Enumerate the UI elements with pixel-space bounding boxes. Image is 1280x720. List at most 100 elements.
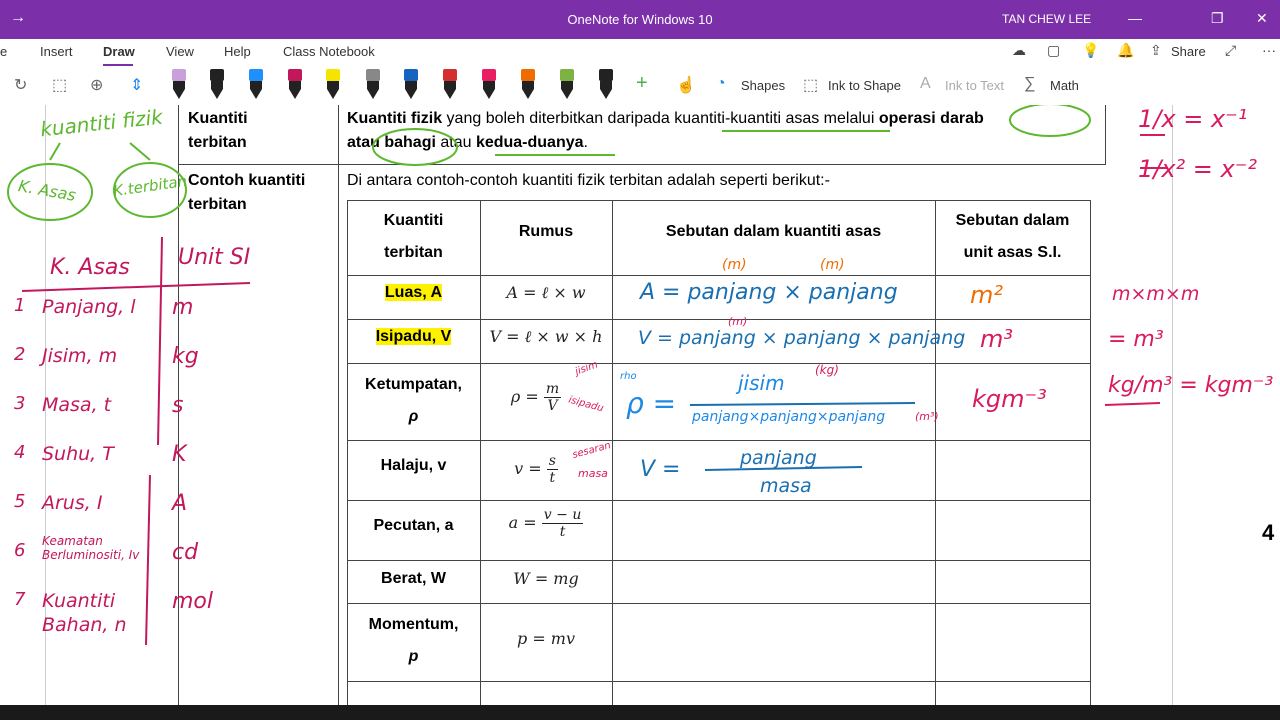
bottom-bar xyxy=(0,705,1280,720)
pen-4-icon[interactable] xyxy=(286,67,304,101)
ink-text: ρ = xyxy=(626,387,677,420)
ink-text: (kg) xyxy=(815,363,839,377)
ink-unit: A xyxy=(172,491,188,516)
pen-6-icon[interactable] xyxy=(364,67,382,101)
pen-tip xyxy=(600,89,612,99)
tab-insert[interactable]: Insert xyxy=(40,44,73,59)
redo-icon[interactable]: ↻ xyxy=(14,75,27,95)
math-button[interactable]: Math xyxy=(1050,78,1079,93)
ink-text: 1/x² = x⁻² xyxy=(1138,155,1258,183)
pen-color-swatch xyxy=(404,69,418,81)
lasso-select-icon[interactable]: ⬚ xyxy=(52,75,67,95)
ink-text: m×m×m xyxy=(1112,283,1200,305)
share-icon[interactable]: ⇪ xyxy=(1150,42,1162,59)
ink-arrow xyxy=(129,142,151,161)
expand-icon[interactable]: ⤢ xyxy=(1225,42,1236,59)
pen-8-icon[interactable] xyxy=(441,67,459,101)
ink-arrow xyxy=(49,142,61,161)
more-icon[interactable]: ··· xyxy=(1262,42,1276,58)
ink-text: 1/x = x⁻¹ xyxy=(1138,105,1248,133)
pen-tip xyxy=(561,89,573,99)
ink-list-number: 3 xyxy=(14,393,26,414)
ink-line xyxy=(21,282,251,292)
ink-list-number: 4 xyxy=(14,442,26,463)
ink-to-shape-button[interactable]: Ink to Shape xyxy=(828,78,901,93)
ink-text: masa xyxy=(760,475,812,497)
ink-list-number: 5 xyxy=(14,491,26,512)
ink-text: jisim xyxy=(738,371,785,395)
pen-tip xyxy=(405,89,417,99)
ink-quantity: Kuantiti Bahan, n xyxy=(42,590,127,636)
tab-view[interactable]: View xyxy=(166,44,194,59)
pen-body xyxy=(522,81,534,89)
tab-class-notebook[interactable]: Class Notebook xyxy=(283,44,375,59)
shapes-icon[interactable]: ◔ xyxy=(716,75,726,93)
ink-text: Unit SI xyxy=(178,245,251,270)
ink-to-shape-icon[interactable]: ⬚ xyxy=(803,75,818,95)
pen-body xyxy=(289,81,301,89)
pen-color-swatch xyxy=(521,69,535,81)
tab-draw[interactable]: Draw xyxy=(103,44,135,59)
insert-space-icon[interactable]: ⇕ xyxy=(130,75,143,95)
ink-text: panjang xyxy=(740,447,817,469)
active-tab-indicator xyxy=(103,64,133,66)
ink-quantity: Panjang, l xyxy=(42,296,136,318)
note-page[interactable]: Kuantiti terbitan Kuantiti fizik yang bol… xyxy=(0,105,1280,705)
math-icon[interactable]: ∑ xyxy=(1024,75,1035,93)
ink-list-number: 7 xyxy=(14,589,26,610)
ink-unit: K xyxy=(172,442,187,467)
pen-11-icon[interactable] xyxy=(558,67,576,101)
pen-body xyxy=(367,81,379,89)
ink-to-text-icon: A xyxy=(920,75,931,92)
user-name[interactable]: TAN CHEW LEE xyxy=(1002,12,1091,26)
ink-text: = m³ xyxy=(1108,327,1164,352)
ink-line xyxy=(157,236,163,446)
notebook-icon[interactable]: ▢ xyxy=(1047,42,1060,59)
pen-color-swatch xyxy=(326,69,340,81)
add-space-icon[interactable]: ⊕ xyxy=(90,75,103,95)
share-button[interactable]: Share xyxy=(1171,44,1206,59)
touch-draw-icon[interactable]: ☝ xyxy=(676,75,696,95)
add-pen-icon[interactable]: + xyxy=(636,72,648,95)
pen-3-icon[interactable] xyxy=(247,67,265,101)
pen-tip xyxy=(250,89,262,99)
pen-color-swatch xyxy=(366,69,380,81)
ink-text: kgm⁻³ xyxy=(972,385,1047,413)
pen-tip xyxy=(327,89,339,99)
ink-list-number: 6 xyxy=(14,540,26,561)
ink-quantity: Jisim, m xyxy=(42,345,118,367)
pen-7-icon[interactable] xyxy=(402,67,420,101)
pen-color-swatch xyxy=(560,69,574,81)
ink-text: A = panjang × panjang xyxy=(640,280,898,305)
sync-icon[interactable]: ☁ xyxy=(1012,42,1026,59)
ink-text: masa xyxy=(578,467,608,480)
pen-1-icon[interactable] xyxy=(170,67,188,101)
ink-quantity: Keamatan Berluminositi, Iv xyxy=(42,534,140,562)
page-number: 4 xyxy=(1262,520,1275,545)
pen-12-icon[interactable] xyxy=(597,67,615,101)
pen-5-icon[interactable] xyxy=(324,67,342,101)
ink-quantity: Masa, t xyxy=(42,394,112,416)
close-icon[interactable]: ✕ xyxy=(1256,10,1268,27)
ink-text: (m) xyxy=(722,257,747,273)
tab-help[interactable]: Help xyxy=(224,44,251,59)
shapes-button[interactable]: Shapes xyxy=(741,78,785,93)
lightbulb-icon[interactable]: 💡 xyxy=(1082,42,1099,59)
pen-tip xyxy=(289,89,301,99)
pen-9-icon[interactable] xyxy=(480,67,498,101)
ink-text: V = xyxy=(640,457,681,482)
ink-to-text-button: Ink to Text xyxy=(945,78,1005,93)
pen-body xyxy=(327,81,339,89)
maximize-icon[interactable]: ❐ xyxy=(1211,10,1224,27)
bell-icon[interactable]: 🔔 xyxy=(1117,42,1134,59)
pen-body xyxy=(444,81,456,89)
minimize-icon[interactable]: — xyxy=(1128,10,1142,26)
ribbon-tabs: e Insert Draw View Help Class Notebook ☁… xyxy=(0,39,1280,67)
ink-fraction-bar xyxy=(1104,402,1161,406)
ink-circle xyxy=(372,128,458,166)
pen-color-swatch xyxy=(210,69,224,81)
pen-2-icon[interactable] xyxy=(208,67,226,101)
tab-home[interactable]: e xyxy=(0,44,7,59)
pen-10-icon[interactable] xyxy=(519,67,537,101)
pen-color-swatch xyxy=(443,69,457,81)
